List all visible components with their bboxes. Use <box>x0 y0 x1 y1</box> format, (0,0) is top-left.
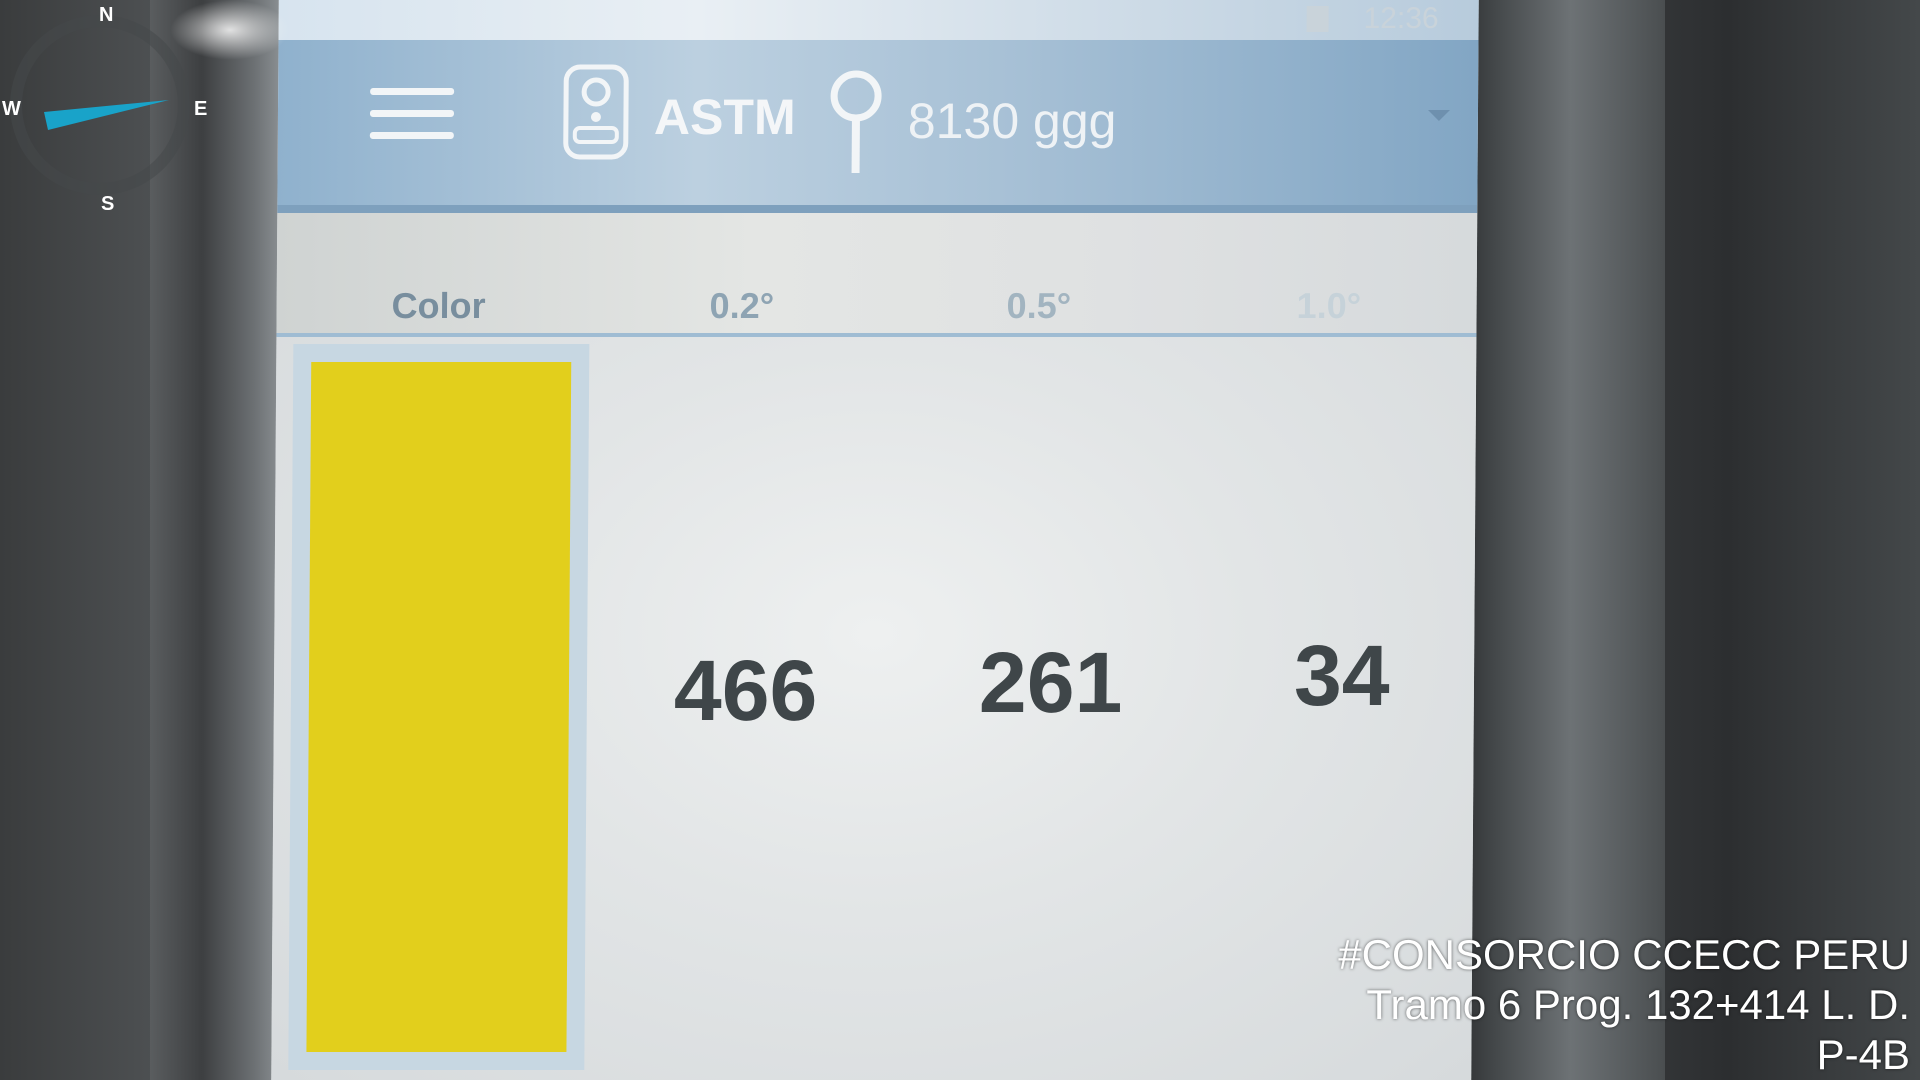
value-1-0: 34 <box>1293 628 1391 724</box>
measurement-row: 466 261 34 <box>271 337 1477 1080</box>
compass-south: S <box>101 193 115 215</box>
column-header-0-5: 0.5° <box>1006 285 1072 326</box>
column-header-0-2: 0.2° <box>709 285 775 326</box>
column-header-color: Color <box>391 285 486 326</box>
retroreflectometer-icon[interactable] <box>561 62 632 162</box>
device-bezel-right <box>1455 0 1665 1080</box>
compass-north: N <box>99 4 114 26</box>
value-0-5: 261 <box>978 635 1123 731</box>
compass-west: W <box>2 98 21 120</box>
compass-needle-icon <box>44 98 174 138</box>
compass-overlay: N S W E <box>0 0 215 215</box>
color-swatch <box>306 362 572 1052</box>
chevron-down-icon[interactable] <box>1427 110 1451 121</box>
photo-scene: 12:36 ASTM 8130 ggg Color 0.2° 0.5° 1.0°… <box>0 0 1920 1080</box>
status-bar: 12:36 <box>278 0 1479 40</box>
photo-watermark: #CONSORCIO CCECC PERU Tramo 6 Prog. 132+… <box>1338 930 1910 1080</box>
app-bar: ASTM 8130 ggg <box>277 40 1479 213</box>
watermark-line-3: P-4B <box>1816 1031 1910 1078</box>
measurement-standard-label[interactable]: ASTM <box>654 88 796 146</box>
watermark-line-2: Tramo 6 Prog. 132+414 L. D. <box>1366 981 1910 1028</box>
table-header: Color 0.2° 0.5° 1.0° <box>276 213 1478 337</box>
watermark-line-1: #CONSORCIO CCECC PERU <box>1338 931 1910 978</box>
status-time: 12:36 <box>1363 2 1439 35</box>
hamburger-menu-icon[interactable] <box>369 88 455 140</box>
location-label[interactable]: 8130 ggg <box>908 92 1117 150</box>
map-pin-icon <box>826 68 887 178</box>
compass-east: E <box>194 98 208 120</box>
column-header-1-0: 1.0° <box>1296 285 1362 326</box>
device-screen: 12:36 ASTM 8130 ggg Color 0.2° 0.5° 1.0°… <box>271 0 1479 1080</box>
battery-icon <box>1306 6 1329 32</box>
value-0-2: 466 <box>673 643 818 739</box>
